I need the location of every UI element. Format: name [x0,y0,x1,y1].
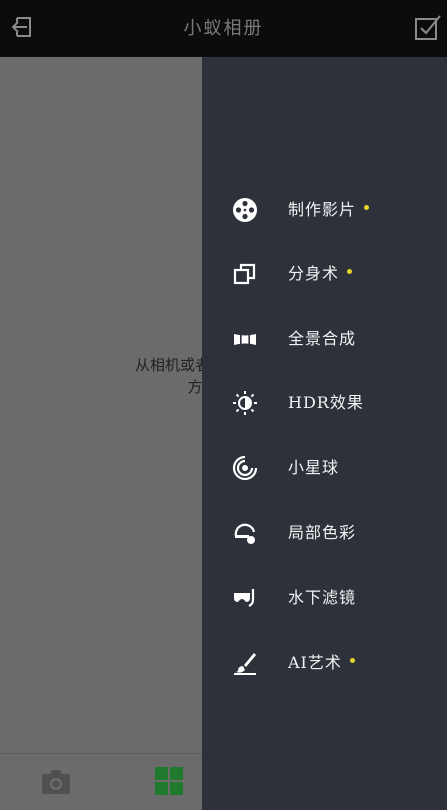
new-badge-dot [364,205,370,210]
empty-message-line2: 方便您 [187,378,202,396]
menu-item-label: HDR效果 [288,393,364,412]
menu-item-hdr[interactable]: HDR效果 [202,378,447,428]
menu-item-make-movie[interactable]: 制作影片 [202,185,447,235]
panorama-icon [234,334,256,345]
new-badge-dot [349,658,355,663]
new-badge-dot [347,269,353,274]
page-title: 小蚁相册 [183,18,264,39]
menu-item-label: AI艺术 [288,653,342,672]
tiny-planet-icon [232,455,258,481]
select-check-icon[interactable] [413,12,443,42]
film-reel-icon [233,198,257,222]
menu-item-label: 全景合成 [288,329,357,348]
brush-icon [234,653,256,675]
grid-view-icon[interactable] [155,767,183,795]
gallery-content[interactable]: 从相机或者手机导入的 方便您 [0,57,202,810]
empty-gallery-message: 从相机或者手机导入的 方便您 [0,354,202,398]
menu-item-panorama[interactable]: 全景合成 [202,314,447,364]
menu-item-label: 水下滤镜 [288,588,357,607]
menu-item-label: 制作影片 [288,200,357,219]
menu-item-tiny-planet[interactable]: 小星球 [202,443,447,493]
tools-drawer: 制作影片 分身术 全景合成 HDR效果 小星球 局部色彩 水下滤镜 AI艺术 [202,57,447,810]
menu-item-color-splash[interactable]: 局部色彩 [202,508,447,558]
menu-item-ai-art[interactable]: AI艺术 [202,638,447,688]
camera-icon[interactable] [40,768,72,796]
diving-mask-icon [234,589,255,607]
color-splash-icon [234,523,256,544]
hdr-icon [233,391,257,415]
top-bar: 小蚁相册 [0,0,447,57]
menu-item-underwater[interactable]: 水下滤镜 [202,573,447,623]
menu-item-clone[interactable]: 分身术 [202,249,447,299]
bottom-tab-bar [0,753,202,810]
menu-item-label: 局部色彩 [288,523,357,542]
menu-item-label: 小星球 [288,458,340,477]
menu-item-label: 分身术 [288,264,340,283]
clone-icon [233,263,256,285]
empty-message-line1: 从相机或者手机导入的 [134,356,202,374]
